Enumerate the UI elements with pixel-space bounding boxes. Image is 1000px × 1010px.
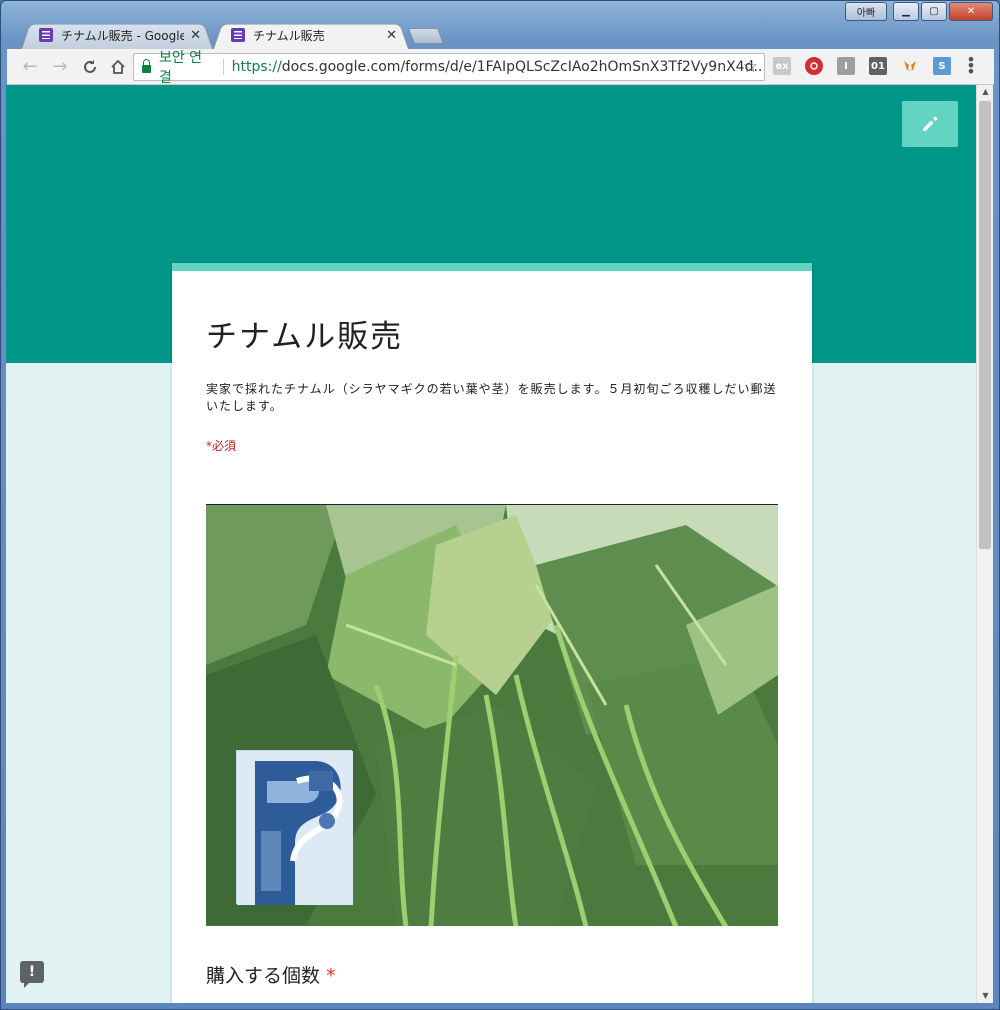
scroll-up-arrow-icon[interactable]: ▲ (977, 85, 994, 99)
secure-connection-label: 보안 연결 (158, 50, 203, 86)
form-card: チナムル販売 実家で採れたチナムル（シラヤマギクの若い葉や茎）を販売します。５月… (172, 263, 812, 1003)
google-forms-icon (39, 28, 53, 42)
lastpass-icon[interactable] (805, 57, 823, 75)
browser-menu-icon[interactable]: • • • (965, 52, 977, 80)
tab-form-preview[interactable]: チナムル販売 ✕ (213, 21, 409, 49)
form-title: チナムル販売 (206, 319, 404, 355)
reload-icon[interactable] (77, 54, 103, 80)
url-scheme: https:// (231, 59, 282, 75)
back-arrow-icon[interactable]: ← (17, 54, 43, 80)
metamask-icon[interactable] (901, 57, 919, 75)
s-icon[interactable]: S (933, 57, 951, 75)
vertical-scrollbar[interactable]: ▲ ▼ (976, 85, 993, 1003)
tab-title: チナムル販売 - Google フ (61, 28, 185, 43)
page-viewport: チナムル販売 実家で採れたチナムル（シラヤマギクの若い葉や茎）を販売します。５月… (6, 85, 976, 1003)
tab-title: チナムル販売 (253, 28, 325, 43)
question-label: 購入する個数 (206, 965, 321, 987)
required-note: *必須 (206, 439, 237, 453)
i-icon[interactable]: I (837, 57, 855, 75)
close-tab-icon[interactable]: ✕ (190, 28, 201, 43)
01-icon[interactable]: 01 (869, 57, 887, 75)
question-title: 購入する個数 * (206, 961, 336, 988)
close-tab-icon[interactable]: ✕ (386, 28, 397, 43)
browser-toolbar: ← → 보안 연결 https:// docs.google.com/forms… (7, 49, 994, 86)
report-feedback-icon[interactable]: ! (20, 961, 44, 988)
form-header-photo (206, 504, 778, 926)
edit-form-button[interactable] (902, 101, 958, 147)
extensions-area: ex I 01 S (773, 57, 951, 75)
home-icon[interactable] (105, 54, 131, 80)
google-forms-icon (231, 28, 245, 42)
forward-arrow-icon[interactable]: → (47, 54, 73, 80)
divider (222, 59, 224, 75)
tab-strip: チナムル販売 - Google フ ✕ チナムル販売 ✕ (13, 19, 993, 49)
ex-icon[interactable]: ex (773, 57, 791, 75)
address-bar[interactable]: 보안 연결 https:// docs.google.com/forms/d/e… (133, 50, 765, 86)
bookmark-star-icon[interactable]: ☆ (743, 57, 758, 77)
lock-icon (142, 59, 151, 73)
form-description: 実家で採れたチナムル（シラヤマギクの若い葉や茎）を販売します。５月初旬ごろ収穫し… (206, 382, 777, 413)
scroll-thumb[interactable] (979, 101, 991, 549)
scroll-down-arrow-icon[interactable]: ▼ (977, 989, 994, 1003)
url-text: docs.google.com/forms/d/e/1FAIpQLScZcIAo… (281, 59, 765, 75)
new-tab-button[interactable] (408, 28, 444, 44)
watermark-logo (236, 750, 353, 905)
tab-google-forms-editor[interactable]: チナムル販売 - Google フ ✕ (21, 21, 213, 49)
pencil-icon (923, 116, 938, 131)
required-asterisk: * (326, 965, 336, 987)
